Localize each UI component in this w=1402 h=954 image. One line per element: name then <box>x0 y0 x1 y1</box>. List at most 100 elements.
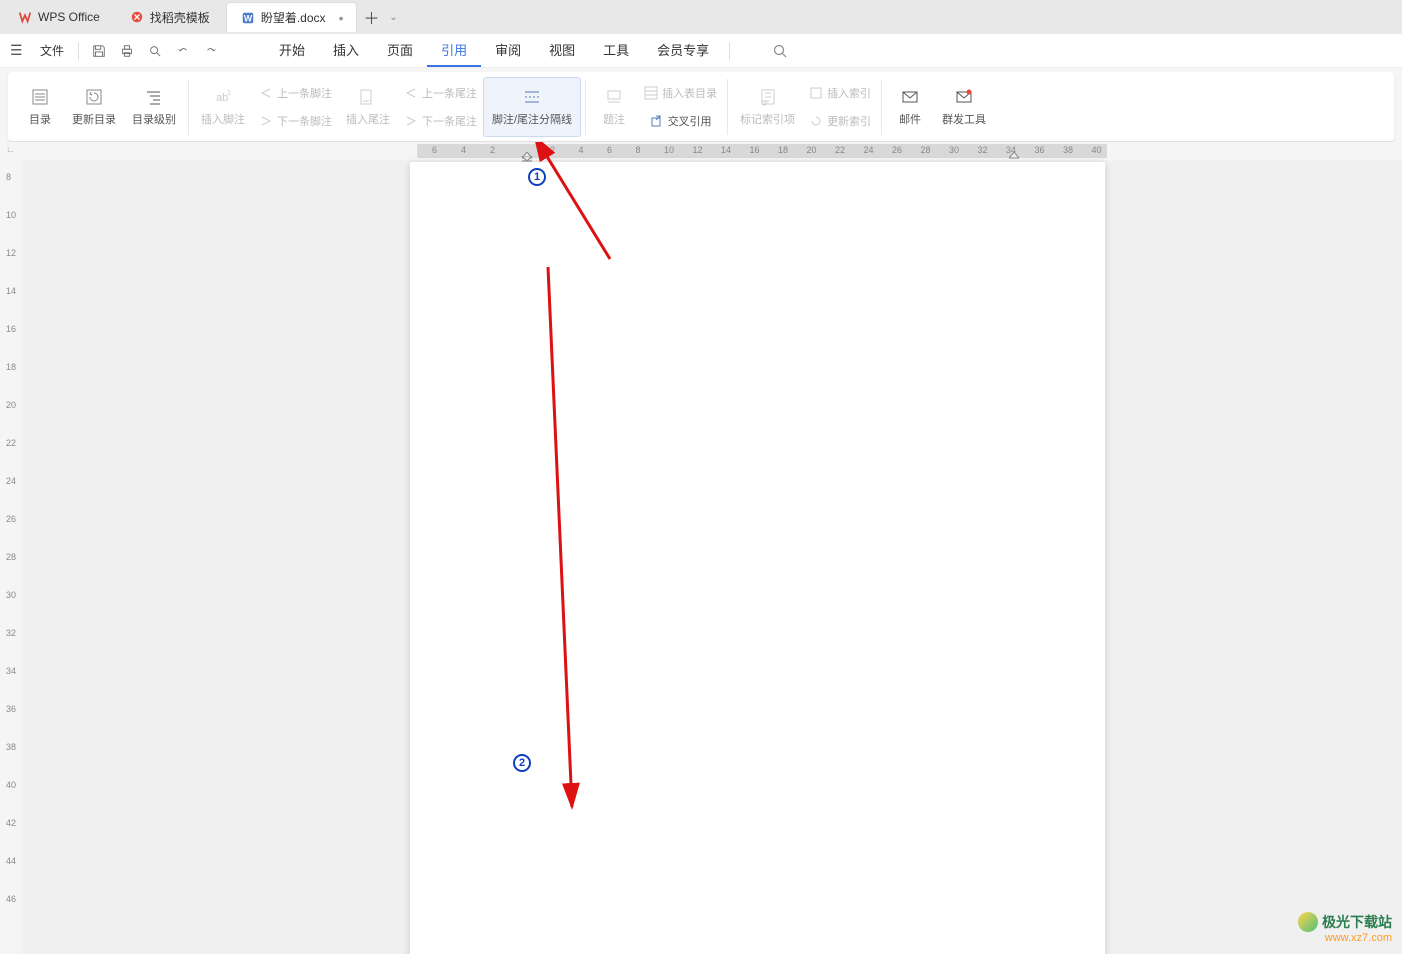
next-footnote-icon <box>259 114 273 128</box>
crossref-button[interactable]: 交叉引用 <box>638 107 723 135</box>
ruler-tick: 46 <box>6 894 16 904</box>
ribbon-divider <box>188 79 189 135</box>
update-toc-label: 更新目录 <box>72 111 116 127</box>
ruler-tick: 38 <box>6 742 16 752</box>
ruler-tick: 18 <box>778 145 788 155</box>
ruler-tick: 12 <box>693 145 703 155</box>
next-endnote-button[interactable]: 下一条尾注 <box>398 107 483 135</box>
app-tab-wps[interactable]: WPS Office <box>4 2 114 32</box>
ribbon-group-mail: 邮件 群发工具 <box>886 76 994 137</box>
insert-index-button[interactable]: 插入索引 <box>803 79 877 107</box>
crossref-label: 交叉引用 <box>668 113 712 129</box>
mail-icon <box>900 87 920 107</box>
document-page[interactable]: ¹ ▾ <box>410 162 1105 954</box>
ruler-tick: 4 <box>579 145 584 155</box>
mark-index-button[interactable]: 标记索引项 <box>732 77 803 137</box>
wps-logo-icon <box>18 10 32 24</box>
document-area: ∟ 81012141618202224262830323436384042444… <box>0 142 1402 954</box>
print-icon[interactable] <box>113 39 141 63</box>
ruler-tick: 8 <box>636 145 641 155</box>
next-footnote-label: 下一条脚注 <box>277 113 332 129</box>
update-index-icon <box>809 114 823 128</box>
mail-label: 邮件 <box>899 111 921 127</box>
ruler-tick: 18 <box>6 362 16 372</box>
ruler-tick: 14 <box>6 286 16 296</box>
update-index-button[interactable]: 更新索引 <box>803 107 877 135</box>
insert-table-caption-button[interactable]: 插入表目录 <box>638 79 723 107</box>
ruler-tick: 20 <box>807 145 817 155</box>
tab-dropdown[interactable]: ⌄ <box>385 12 403 23</box>
mail-button[interactable]: 邮件 <box>886 77 934 137</box>
menu-tabs: 开始 插入 页面 引用 审阅 视图 工具 会员专享 <box>265 34 723 67</box>
prev-endnote-label: 上一条尾注 <box>422 85 477 101</box>
next-endnote-label: 下一条尾注 <box>422 113 477 129</box>
endnote-icon <box>358 87 378 107</box>
prev-footnote-button[interactable]: 上一条脚注 <box>253 79 338 107</box>
insert-table-icon <box>644 86 658 100</box>
ribbon-group-caption: 题注 插入表目录 交叉引用 <box>590 76 723 137</box>
ribbon-group-footnote: ab1 插入脚注 上一条脚注 下一条脚注 插入尾注 上一条尾注 下一 <box>193 76 581 137</box>
watermark: 极光下载站 www.xz7.com <box>1298 912 1392 944</box>
ruler-tick: 24 <box>864 145 874 155</box>
ruler-tick: 14 <box>721 145 731 155</box>
file-menu[interactable]: 文件 <box>32 42 72 59</box>
ruler-tick: 12 <box>6 248 16 258</box>
preview-icon[interactable] <box>141 39 169 63</box>
tab-member[interactable]: 会员专享 <box>643 34 723 67</box>
tab-review[interactable]: 审阅 <box>481 34 535 67</box>
toc-level-icon <box>144 87 164 107</box>
mass-send-icon <box>954 87 974 107</box>
update-toc-button[interactable]: 更新目录 <box>64 77 124 137</box>
ruler-tick: 30 <box>949 145 959 155</box>
ruler-tick: 6 <box>607 145 612 155</box>
redo-icon[interactable] <box>197 39 225 63</box>
mass-send-label: 群发工具 <box>942 111 986 127</box>
ruler-tick: 26 <box>892 145 902 155</box>
horizontal-ruler[interactable]: 642246810121416182022242628303234363840 <box>22 142 1402 160</box>
hamburger-icon[interactable]: ☰ <box>10 42 32 59</box>
tab-page[interactable]: 页面 <box>373 34 427 67</box>
toc-label: 目录 <box>29 111 51 127</box>
ruler-band <box>417 144 1107 158</box>
ruler-tick: 22 <box>6 438 16 448</box>
prev-endnote-icon <box>404 86 418 100</box>
prev-endnote-button[interactable]: 上一条尾注 <box>398 79 483 107</box>
next-endnote-icon <box>404 114 418 128</box>
insert-endnote-button[interactable]: 插入尾注 <box>338 77 398 137</box>
caption-button[interactable]: 题注 <box>590 77 638 137</box>
ruler-tick: 8 <box>6 172 11 182</box>
ruler-tick: 28 <box>6 552 16 562</box>
separator <box>729 42 730 60</box>
watermark-logo-icon <box>1298 912 1318 932</box>
vertical-ruler[interactable]: ∟ 81012141618202224262830323436384042444… <box>0 142 22 954</box>
ruler-tick: 30 <box>6 590 16 600</box>
svg-text:W: W <box>244 13 253 23</box>
app-tab-templates-label: 找稻壳模板 <box>150 9 210 26</box>
app-tab-templates[interactable]: 找稻壳模板 <box>116 2 224 32</box>
ruler-tick: 16 <box>750 145 760 155</box>
toc-level-button[interactable]: 目录级别 <box>124 77 184 137</box>
svg-text:1: 1 <box>227 90 231 97</box>
menu-row: ☰ 文件 开始 插入 页面 引用 审阅 视图 工具 会员专享 <box>0 34 1402 68</box>
toc-button[interactable]: 目录 <box>16 77 64 137</box>
ribbon: 目录 更新目录 目录级别 ab1 插入脚注 上一条脚注 下一条脚注 <box>8 72 1394 142</box>
tab-tools[interactable]: 工具 <box>589 34 643 67</box>
caption-icon <box>604 87 624 107</box>
crossref-icon <box>650 114 664 128</box>
save-icon[interactable] <box>85 39 113 63</box>
tab-insert[interactable]: 插入 <box>319 34 373 67</box>
ruler-tick: 38 <box>1063 145 1073 155</box>
mass-send-button[interactable]: 群发工具 <box>934 77 994 137</box>
next-footnote-button[interactable]: 下一条脚注 <box>253 107 338 135</box>
app-tab-document[interactable]: W 盼望着.docx • <box>226 2 357 32</box>
tab-reference[interactable]: 引用 <box>427 34 481 67</box>
new-tab-button[interactable]: ＋ <box>359 4 385 30</box>
tab-start[interactable]: 开始 <box>265 34 319 67</box>
ruler-tick: 22 <box>835 145 845 155</box>
insert-footnote-button[interactable]: ab1 插入脚注 <box>193 77 253 137</box>
footnote-separator-button[interactable]: 脚注/尾注分隔线 <box>483 77 581 137</box>
search-icon[interactable] <box>766 39 794 63</box>
undo-icon[interactable] <box>169 39 197 63</box>
tab-view[interactable]: 视图 <box>535 34 589 67</box>
footnote-icon: ab1 <box>213 87 233 107</box>
